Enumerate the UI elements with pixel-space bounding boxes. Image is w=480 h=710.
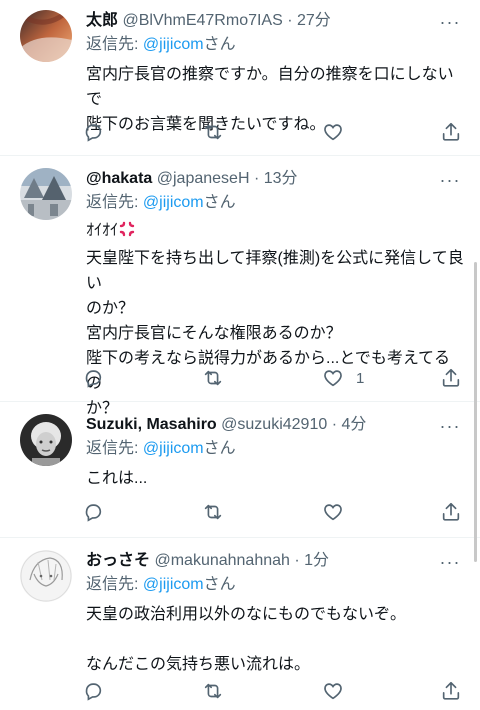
tweet-text: 天皇陛下を持ち出して拝察(推測)を公式に発信して良い のか？ 宮内庁長官にそんな… [86,250,464,417]
reply-icon [85,504,102,522]
like-icon [324,370,342,387]
share-icon [442,502,460,521]
like-icon [324,124,342,141]
separator-dot: · [289,552,305,569]
like-button[interactable] [322,119,356,145]
like-button[interactable] [322,499,356,525]
reply-button[interactable] [82,499,104,525]
author-name[interactable]: 太郎 [86,12,118,29]
like-count: 1 [356,369,365,387]
like-icon [324,683,342,700]
mention-link[interactable]: @jijicom [143,36,204,53]
reply-prefix: 返信先: [86,440,143,457]
reply-suffix: さん [203,194,236,211]
like-button[interactable]: 1 [322,365,364,391]
like-icon [324,504,342,521]
separator-dot: · [249,170,264,187]
share-icon [442,681,460,700]
reply-button[interactable] [82,365,104,391]
reply-icon [85,370,102,388]
reply-icon [85,683,102,701]
reply-prefix: 返信先: [86,194,143,211]
like-button[interactable] [322,678,356,704]
reply-suffix: さん [203,36,236,53]
share-icon [442,122,460,141]
tweet[interactable]: ··· おっさそ @makunahnahnah · 1分 返信先: @jijic… [0,538,480,710]
tweet[interactable]: ··· Suzuki, Masahiro @suzuki42910 · 4分 返… [0,402,480,538]
tweet-text: これは... [86,470,148,487]
author-handle[interactable]: @suzuki42910 [221,416,327,433]
reply-icon [85,124,102,142]
scrollbar[interactable] [474,262,477,562]
reply-button[interactable] [82,678,104,704]
reply-prefix: 返信先: [86,576,143,593]
avatar[interactable] [20,10,72,62]
tweet-text-lead: ｵｲｵｲ [86,218,464,246]
text-prefix: ｵｲｵｲ [86,222,119,239]
tweet-text: 天皇の政治利用以外のなにものでもないぞ。 なんだこの気持ち悪い流れは。 [86,606,407,673]
tweet[interactable]: ··· @hakata @japaneseH · 13分 返信先: @jijic… [0,156,480,417]
share-button[interactable] [440,678,462,704]
author-handle[interactable]: @makunahnahnah [154,552,289,569]
mention-link[interactable]: @jijicom [143,440,204,457]
timestamp[interactable]: 27分 [297,12,331,29]
share-button[interactable] [440,499,462,525]
reply-context: 返信先: @jijicomさん [86,34,464,56]
action-bar [82,119,464,145]
retweet-button[interactable] [202,678,224,704]
reply-prefix: 返信先: [86,36,143,53]
reply-suffix: さん [203,576,236,593]
timestamp[interactable]: 13分 [264,170,298,187]
retweet-icon [204,504,222,520]
reply-suffix: さん [203,440,236,457]
avatar[interactable] [20,550,72,602]
action-bar [82,678,464,704]
timestamp[interactable]: 4分 [341,416,366,433]
reply-button[interactable] [82,119,104,145]
anger-icon [118,220,136,246]
share-button[interactable] [440,119,462,145]
tweet[interactable]: ··· 太郎 @BlVhmE47Rmo7IAS · 27分 返信先: @jiji… [0,0,480,156]
author-name[interactable]: おっさそ [86,552,150,569]
reply-context: 返信先: @jijicomさん [86,192,464,214]
retweet-button[interactable] [202,119,224,145]
author-name[interactable]: @hakata [86,170,152,187]
share-icon [442,368,460,387]
reply-context: 返信先: @jijicomさん [86,438,464,460]
separator-dot: · [327,416,342,433]
mention-link[interactable]: @jijicom [143,576,204,593]
avatar[interactable] [20,168,72,220]
avatar[interactable] [20,414,72,466]
action-bar [82,499,464,525]
action-bar: 1 [82,365,464,391]
author-handle[interactable]: @BlVhmE47Rmo7IAS [122,12,282,29]
retweet-icon [204,683,222,699]
author-handle[interactable]: @japaneseH [157,170,250,187]
mention-link[interactable]: @jijicom [143,194,204,211]
retweet-button[interactable] [202,499,224,525]
retweet-button[interactable] [202,365,224,391]
share-button[interactable] [440,365,462,391]
author-name[interactable]: Suzuki, Masahiro [86,416,217,433]
reply-context: 返信先: @jijicomさん [86,574,464,596]
separator-dot: · [282,12,297,29]
retweet-icon [204,124,222,140]
retweet-icon [204,370,222,386]
timestamp[interactable]: 1分 [304,552,329,569]
